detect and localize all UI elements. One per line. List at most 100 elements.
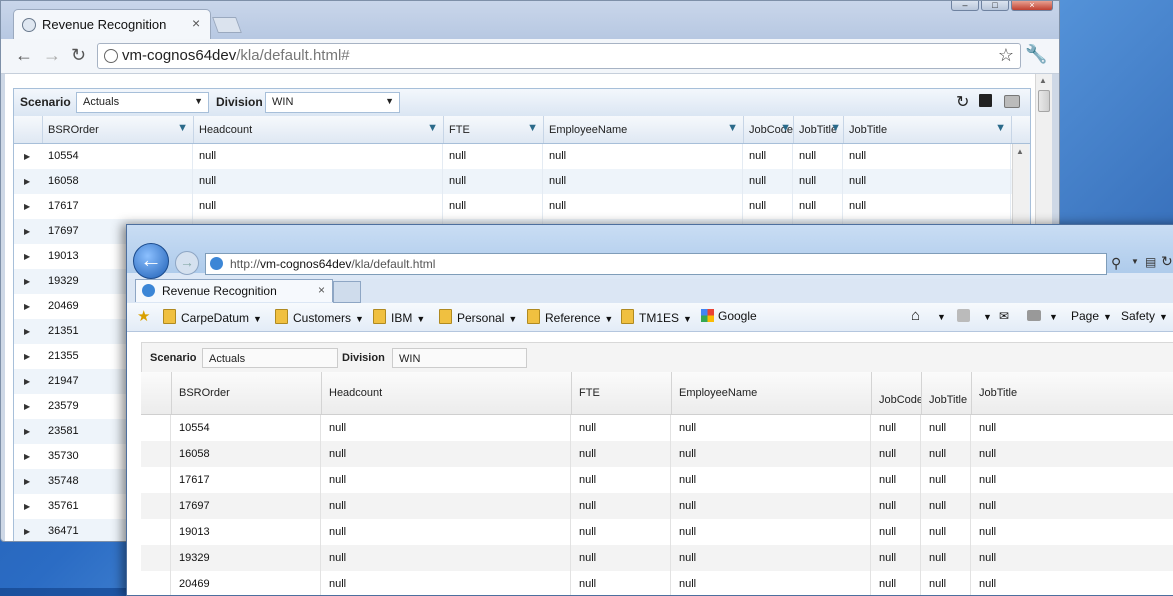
expand-row-icon[interactable]: ▶ [24, 302, 30, 311]
table-row[interactable]: ▶ 17617 null null null null null null [14, 194, 1012, 219]
chevron-down-icon[interactable]: ▼ [1049, 312, 1058, 322]
save-icon[interactable] [979, 94, 992, 107]
expand-row-icon[interactable]: ▶ [24, 152, 30, 161]
expand-row-icon[interactable]: ▶ [24, 227, 30, 236]
favorites-star-icon[interactable]: ★ [137, 307, 150, 325]
forward-arrow-icon[interactable]: → [175, 251, 199, 275]
table-cell: null [971, 415, 1173, 441]
scroll-up-icon[interactable]: ▲ [1039, 76, 1047, 85]
chevron-down-icon[interactable]: ▼ [983, 312, 992, 322]
expand-row-icon[interactable]: ▶ [24, 452, 30, 461]
chevron-down-icon[interactable]: ▼ [1131, 257, 1139, 266]
filter-icon[interactable]: ▼ [830, 122, 841, 134]
expand-row-icon[interactable]: ▶ [24, 477, 30, 486]
wrench-icon[interactable]: 🔧 [1025, 44, 1047, 65]
compatibility-icon[interactable]: ▤ [1145, 255, 1156, 269]
table-row[interactable]: 19013 null null null null null null [141, 519, 1173, 545]
refresh-icon[interactable]: ↻ [1161, 253, 1173, 270]
favorite-folder-carpedatum[interactable]: CarpeDatum ▼ [163, 309, 262, 325]
expand-row-icon[interactable]: ▶ [24, 252, 30, 261]
bookmark-star-icon[interactable]: ☆ [998, 45, 1014, 66]
filter-icon[interactable]: ▼ [995, 122, 1006, 134]
filter-icon[interactable]: ▼ [727, 122, 738, 134]
scroll-up-icon[interactable]: ▲ [1016, 147, 1024, 156]
ie-address-bar[interactable]: http://vm-cognos64dev/kla/default.html [205, 253, 1107, 275]
header-employeename[interactable]: EmployeeName [671, 372, 872, 414]
table-row[interactable]: 17617 null null null null null null [141, 467, 1173, 493]
favorite-google[interactable]: Google [701, 309, 757, 323]
ie-tab-revenue-recognition[interactable]: Revenue Recognition × [135, 279, 333, 302]
new-tab-button[interactable] [333, 281, 361, 303]
home-icon[interactable]: ⌂ [911, 307, 920, 324]
close-window-icon[interactable]: × [1011, 1, 1053, 11]
filter-icon[interactable]: ▼ [780, 122, 791, 134]
expand-row-icon[interactable]: ▶ [24, 502, 30, 511]
favorite-folder-reference[interactable]: Reference ▼ [527, 309, 613, 325]
table-row[interactable]: 16058 null null null null null null [141, 441, 1173, 467]
header-jobcode[interactable]: JobCode [871, 372, 922, 414]
new-tab-button[interactable] [212, 17, 242, 33]
scenario-select[interactable]: Actuals ▼ [76, 92, 209, 113]
header-jobtitle-2[interactable]: JobTitle ▼ [843, 116, 1012, 143]
division-select[interactable]: WIN ▼ [265, 92, 400, 113]
expand-row-icon[interactable]: ▶ [24, 327, 30, 336]
table-cell: null [671, 493, 871, 519]
header-employeename[interactable]: EmployeeName ▼ [543, 116, 744, 143]
close-tab-icon[interactable]: × [318, 283, 325, 297]
table-row[interactable]: 19329 null null null null null null [141, 545, 1173, 571]
forward-arrow-icon[interactable]: → [43, 45, 61, 66]
back-arrow-icon[interactable]: ← [15, 45, 33, 66]
chrome-tab-revenue-recognition[interactable]: Revenue Recognition × [13, 9, 211, 40]
scenario-select[interactable]: Actuals [202, 348, 338, 368]
page-scroll-thumb[interactable] [1038, 90, 1050, 112]
header-headcount[interactable]: Headcount [321, 372, 572, 414]
safety-menu[interactable]: Safety ▼ [1121, 309, 1168, 323]
expand-row-icon[interactable]: ▶ [24, 277, 30, 286]
filter-icon[interactable]: ▼ [177, 122, 188, 134]
feeds-icon[interactable] [957, 309, 970, 322]
print-icon[interactable] [1027, 310, 1041, 321]
table-row[interactable]: ▶ 10554 null null null null null null [14, 144, 1012, 169]
header-fte[interactable]: FTE ▼ [443, 116, 544, 143]
header-jobtitle-2[interactable]: JobTitle [971, 372, 1173, 414]
expand-row-icon[interactable]: ▶ [24, 202, 30, 211]
search-icon[interactable]: ⚲ [1111, 255, 1121, 272]
expand-row-icon[interactable]: ▶ [24, 352, 30, 361]
table-row[interactable]: 10554 null null null null null null [141, 415, 1173, 441]
close-tab-icon[interactable]: × [192, 15, 200, 31]
favorite-folder-personal[interactable]: Personal ▼ [439, 309, 517, 325]
header-bsrorder[interactable]: BSROrder [171, 372, 322, 414]
maximize-icon[interactable]: □ [981, 1, 1009, 11]
filter-icon[interactable]: ▼ [527, 122, 538, 134]
omnibox[interactable]: vm-cognos64dev/kla/default.html# ☆ [97, 43, 1021, 69]
table-row[interactable]: ▶ 16058 null null null null null null [14, 169, 1012, 194]
expand-row-icon[interactable]: ▶ [24, 527, 30, 536]
table-cell: null [671, 545, 871, 571]
minimize-icon[interactable]: – [951, 1, 979, 11]
header-jobcode[interactable]: JobCode ▼ [743, 116, 794, 143]
page-info-icon[interactable] [104, 49, 118, 63]
header-jobtitle[interactable]: JobTitle [921, 372, 972, 414]
back-arrow-icon[interactable]: ← [133, 243, 169, 279]
table-row[interactable]: 17697 null null null null null null [141, 493, 1173, 519]
print-icon[interactable] [1004, 95, 1020, 108]
expand-row-icon[interactable]: ▶ [24, 177, 30, 186]
header-headcount[interactable]: Headcount ▼ [193, 116, 444, 143]
header-bsrorder[interactable]: BSROrder ▼ [42, 116, 194, 143]
filter-icon[interactable]: ▼ [427, 122, 438, 134]
expand-row-icon[interactable]: ▶ [24, 427, 30, 436]
refresh-icon[interactable]: ↻ [956, 92, 969, 112]
expand-row-icon[interactable]: ▶ [24, 377, 30, 386]
favorite-folder-customers[interactable]: Customers ▼ [275, 309, 364, 325]
favorite-folder-ibm[interactable]: IBM ▼ [373, 309, 425, 325]
header-fte[interactable]: FTE [571, 372, 672, 414]
favorite-folder-tm1es[interactable]: TM1ES ▼ [621, 309, 692, 325]
mail-icon[interactable]: ✉ [999, 309, 1009, 323]
expand-row-icon[interactable]: ▶ [24, 402, 30, 411]
header-jobtitle[interactable]: JobTitle ▼ [793, 116, 844, 143]
page-menu[interactable]: Page ▼ [1071, 309, 1112, 323]
chevron-down-icon[interactable]: ▼ [937, 312, 946, 322]
table-row[interactable]: 20469 null null null null null null [141, 571, 1173, 595]
reload-icon[interactable]: ↻ [71, 45, 86, 66]
division-select[interactable]: WIN [392, 348, 527, 368]
